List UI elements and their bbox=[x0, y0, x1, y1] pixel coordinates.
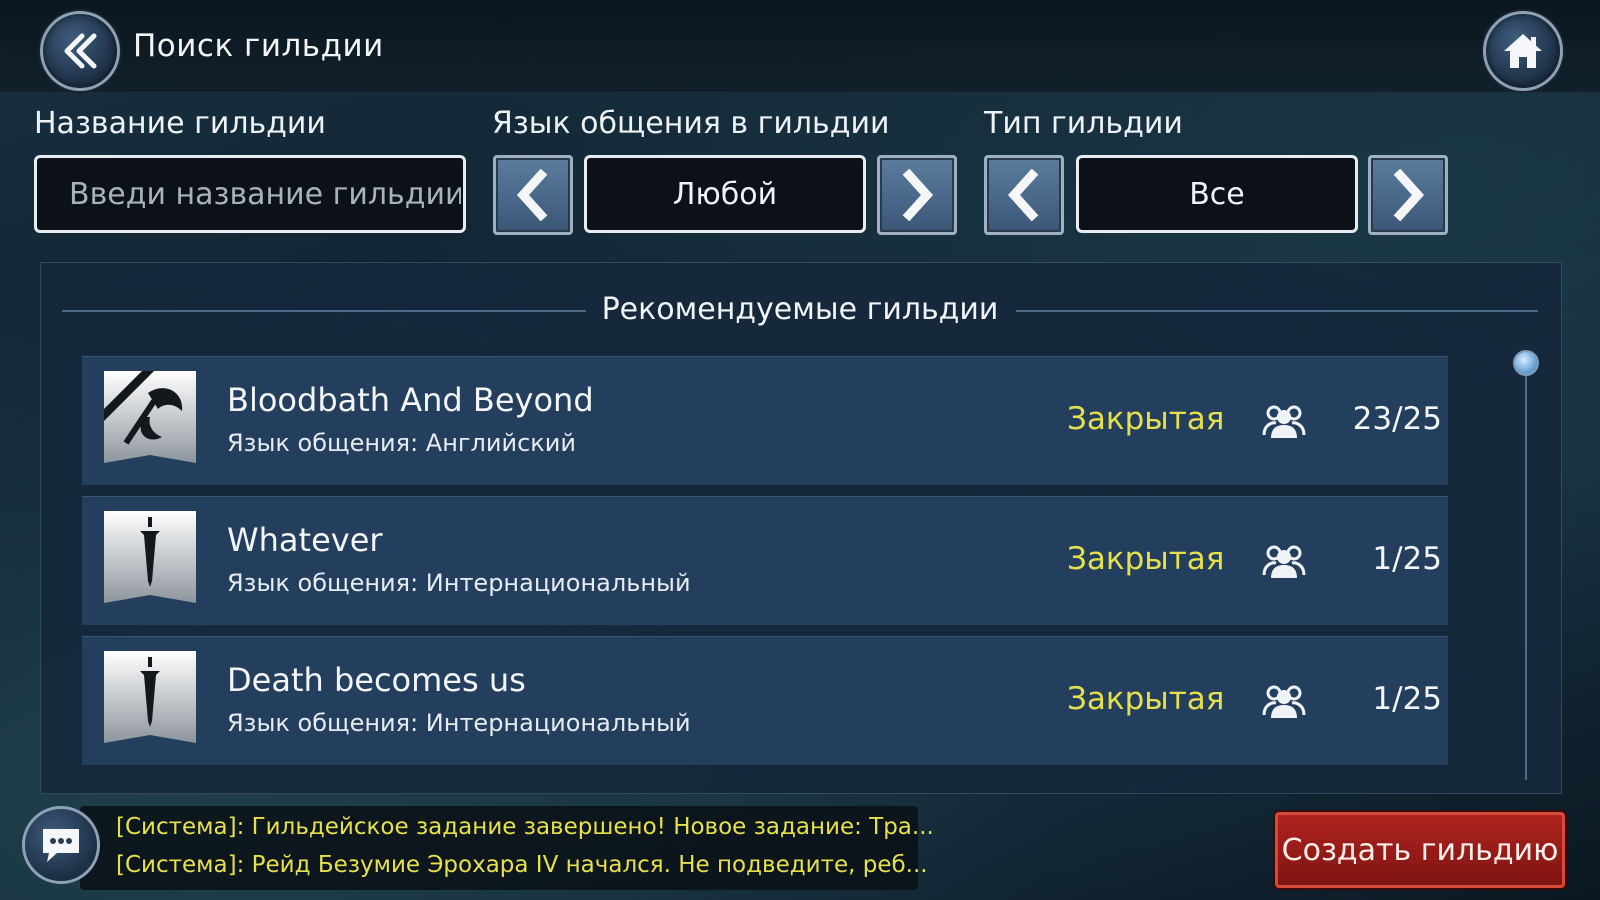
chevron-left-icon bbox=[516, 169, 548, 221]
scrollbar-thumb[interactable] bbox=[1513, 350, 1539, 376]
sword-crest-icon bbox=[104, 651, 196, 743]
guild-status: Закрытая bbox=[1067, 401, 1225, 437]
language-value: Любой bbox=[584, 155, 866, 233]
chevron-right-icon bbox=[902, 169, 934, 221]
members-icon bbox=[1262, 685, 1306, 718]
chevron-right-icon bbox=[1393, 169, 1425, 221]
type-prev-button[interactable] bbox=[984, 155, 1064, 235]
guild-name: Bloodbath And Beyond bbox=[227, 381, 594, 419]
home-button[interactable] bbox=[1483, 11, 1563, 91]
sword-crest-icon bbox=[104, 511, 196, 603]
language-label: Язык общения в гильдии bbox=[492, 106, 890, 141]
guild-name-field[interactable] bbox=[34, 155, 466, 233]
chat-bubble-icon bbox=[43, 829, 79, 862]
scrollbar-track[interactable] bbox=[1525, 360, 1527, 780]
members-icon bbox=[1262, 405, 1306, 438]
guild-row[interactable]: Whatever Язык общения: Интернациональный… bbox=[82, 496, 1448, 625]
chat-message: [Система]: Рейд Безумие Эрохара IV начал… bbox=[116, 852, 928, 878]
chat-button[interactable] bbox=[22, 806, 100, 884]
guild-row[interactable]: Bloodbath And Beyond Язык общения: Англи… bbox=[82, 356, 1448, 485]
guild-status: Закрытая bbox=[1067, 681, 1225, 717]
chevron-left-icon bbox=[1007, 169, 1039, 221]
create-guild-button[interactable]: Создать гильдию bbox=[1275, 812, 1565, 888]
guild-row[interactable]: Death becomes us Язык общения: Интернаци… bbox=[82, 636, 1448, 765]
axe-crest-icon bbox=[104, 371, 196, 463]
guild-status: Закрытая bbox=[1067, 541, 1225, 577]
members-icon bbox=[1262, 545, 1306, 578]
guild-name: Death becomes us bbox=[227, 661, 526, 699]
guild-language: Язык общения: Английский bbox=[227, 429, 576, 457]
guild-name-label: Название гильдии bbox=[34, 106, 326, 141]
guild-name: Whatever bbox=[227, 521, 383, 559]
language-prev-button[interactable] bbox=[493, 155, 573, 235]
guild-member-count: 1/25 bbox=[1372, 541, 1442, 577]
guild-type-label: Тип гильдии bbox=[984, 106, 1183, 141]
guild-search-screen: Поиск гильдии Название гильдии Язык обще… bbox=[0, 0, 1600, 900]
language-next-button[interactable] bbox=[877, 155, 957, 235]
guild-name-input[interactable] bbox=[67, 175, 463, 213]
guild-member-count: 23/25 bbox=[1352, 401, 1442, 437]
back-button[interactable] bbox=[40, 11, 120, 91]
panel-title: Рекомендуемые гильдии bbox=[601, 292, 999, 327]
double-chevron-left-icon bbox=[64, 33, 97, 69]
type-next-button[interactable] bbox=[1368, 155, 1448, 235]
chat-message: [Система]: Гильдейское задание завершено… bbox=[116, 814, 934, 840]
guild-language: Язык общения: Интернациональный bbox=[227, 709, 691, 737]
guild-member-count: 1/25 bbox=[1372, 681, 1442, 717]
guild-language: Язык общения: Интернациональный bbox=[227, 569, 691, 597]
home-icon bbox=[1504, 34, 1542, 68]
page-title: Поиск гильдии bbox=[133, 28, 384, 64]
type-value: Все bbox=[1076, 155, 1358, 233]
